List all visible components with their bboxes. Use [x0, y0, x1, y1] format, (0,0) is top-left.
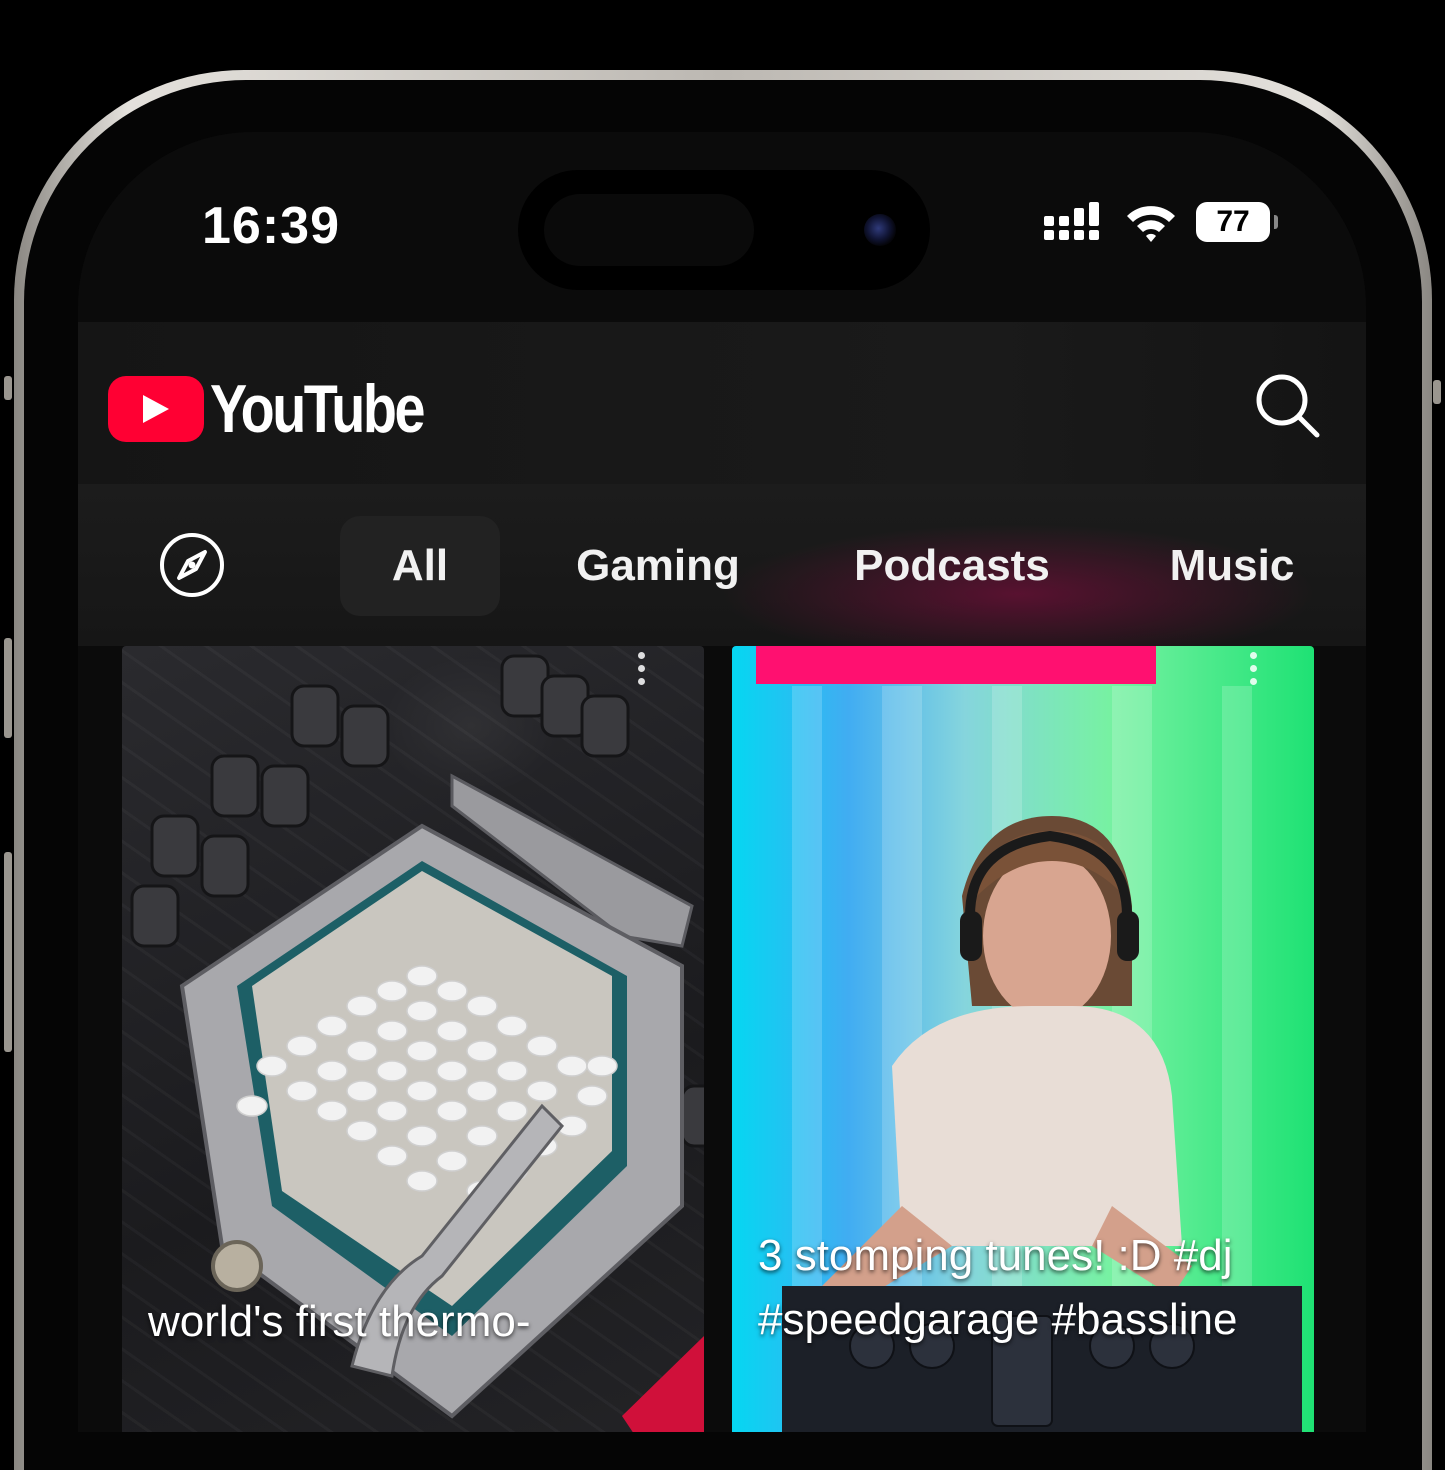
more-options-icon[interactable]: [1250, 652, 1260, 685]
more-options-icon[interactable]: [638, 652, 648, 685]
youtube-wordmark: YouTube: [210, 371, 425, 447]
youtube-logo[interactable]: YouTube: [108, 370, 470, 448]
short-title: 3 stomping tunes! :D #dj #speedgarage #b…: [758, 1231, 1238, 1344]
wifi-icon: [1127, 206, 1175, 242]
search-button[interactable]: [1254, 372, 1322, 440]
volume-up-button: [4, 638, 12, 738]
short-card[interactable]: world's first thermo-: [122, 646, 704, 1432]
action-button: [4, 376, 12, 400]
explore-button[interactable]: [158, 531, 226, 599]
volume-down-button: [4, 852, 12, 1052]
chip-gaming[interactable]: Gaming: [560, 516, 756, 616]
island-sensor: [544, 194, 754, 266]
front-camera: [864, 214, 896, 246]
chip-all[interactable]: All: [340, 516, 500, 616]
battery-indicator: 77: [1196, 202, 1278, 242]
app-header: YouTube: [78, 322, 1366, 486]
status-bar: 16:39 77: [78, 132, 1366, 322]
chip-podcasts[interactable]: Podcasts: [842, 516, 1062, 616]
dynamic-island: [518, 170, 930, 290]
status-icons: 77: [1044, 202, 1278, 242]
power-button: [1433, 380, 1441, 404]
category-chips-bar: All Gaming Podcasts Music: [78, 484, 1366, 664]
screen: 16:39 77 YouTube All Gaming Podcasts Mus…: [78, 132, 1366, 1432]
status-time: 16:39: [202, 197, 340, 255]
chip-music[interactable]: Music: [1152, 516, 1312, 616]
youtube-play-icon: [108, 376, 204, 442]
compass-icon: [160, 533, 224, 597]
cellular-signal-icon: [1044, 202, 1099, 240]
short-title: world's first thermo-: [148, 1297, 531, 1346]
search-icon: [1256, 374, 1320, 438]
short-card[interactable]: 3 stomping tunes! :D #dj #speedgarage #b…: [732, 646, 1314, 1432]
shorts-feed: world's first thermo- 3 stomping tunes! …: [78, 646, 1366, 1432]
